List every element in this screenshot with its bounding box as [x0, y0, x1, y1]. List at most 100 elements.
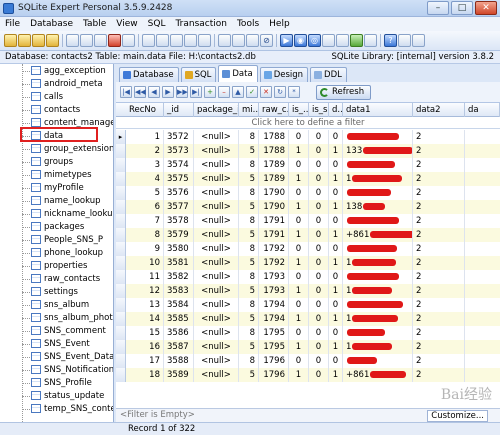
grid-cell[interactable]: 2 — [413, 130, 465, 144]
prev-record-icon[interactable]: ◀ — [148, 86, 160, 98]
grid-cell[interactable]: 13 — [126, 298, 164, 312]
grid-cell[interactable]: 0 — [309, 326, 329, 340]
grid-cell[interactable]: 0 — [309, 172, 329, 186]
grid-cell[interactable]: 5 — [239, 312, 259, 326]
close-button[interactable]: ✕ — [475, 1, 497, 15]
drop-trigger-icon[interactable] — [246, 34, 259, 47]
export-icon[interactable] — [322, 34, 335, 47]
grid-cell[interactable]: 0 — [309, 256, 329, 270]
new-index-icon[interactable] — [184, 34, 197, 47]
grid-cell[interactable]: 0 — [289, 298, 309, 312]
tab-database[interactable]: Database — [119, 67, 179, 82]
grid-cell[interactable]: 0 — [329, 186, 343, 200]
grid-cell[interactable]: 2 — [413, 200, 465, 214]
grid-cell[interactable]: 2 — [126, 144, 164, 158]
grid-cell[interactable]: 2 — [413, 144, 465, 158]
tab-ddl[interactable]: DDL — [310, 67, 347, 82]
grid-cell[interactable]: 0 — [309, 284, 329, 298]
insert-record-icon[interactable]: + — [204, 86, 216, 98]
grid-cell[interactable]: 1788 — [259, 144, 289, 158]
grid-cell[interactable]: <null> — [194, 368, 239, 382]
tree-item[interactable]: phone_lookup — [22, 247, 113, 259]
menu-transaction[interactable]: Transaction — [175, 19, 227, 29]
grid-cell[interactable]: 0 — [289, 214, 309, 228]
grid-cell[interactable]: 0 — [289, 186, 309, 200]
grid-cell[interactable]: 0 — [329, 130, 343, 144]
grid-cell[interactable]: 3577 — [164, 200, 194, 214]
detach-database-icon[interactable] — [46, 34, 59, 47]
edit-record-icon[interactable]: ▲ — [232, 86, 244, 98]
grid-cell[interactable] — [343, 186, 413, 200]
table-row[interactable]: 12 3583 <null> 5 1793 1 0 1 1 2 — [116, 284, 500, 298]
tree-item[interactable]: People_SNS_P — [22, 234, 113, 246]
grid-cell[interactable]: 0 — [329, 270, 343, 284]
tree-item[interactable]: status_update — [22, 390, 113, 402]
table-row[interactable]: 11 3582 <null> 8 1793 0 0 0 2 — [116, 270, 500, 284]
grid-cell[interactable]: 3589 — [164, 368, 194, 382]
grid-cell[interactable]: 12 — [126, 284, 164, 298]
grid-cell[interactable]: 2 — [413, 256, 465, 270]
grid-cell[interactable]: 3587 — [164, 340, 194, 354]
grid-cell[interactable]: 0 — [289, 270, 309, 284]
grid-cell[interactable]: 0 — [309, 214, 329, 228]
grid-cell[interactable]: <null> — [194, 312, 239, 326]
tree-item[interactable]: mimetypes — [22, 169, 113, 181]
tab-sql[interactable]: SQL — [180, 67, 217, 82]
help-icon[interactable]: ? — [384, 34, 397, 47]
grid-cell[interactable]: <null> — [194, 326, 239, 340]
tree-item[interactable]: settings — [22, 286, 113, 298]
grid-cell[interactable] — [343, 270, 413, 284]
tab-data[interactable]: Data — [218, 65, 258, 82]
column-header[interactable]: is_s... — [309, 103, 329, 117]
options-icon[interactable] — [350, 34, 363, 47]
grid-cell[interactable]: 5 — [239, 228, 259, 242]
grid-cell[interactable]: 1791 — [259, 228, 289, 242]
grid-cell[interactable]: 2 — [413, 270, 465, 284]
grid-cell[interactable]: +861 — [343, 228, 413, 242]
grid-cell[interactable]: 0 — [289, 354, 309, 368]
grid-cell[interactable]: <null> — [194, 186, 239, 200]
grid-cell[interactable]: 15 — [126, 326, 164, 340]
table-row[interactable]: 16 3587 <null> 5 1795 1 0 1 1 2 — [116, 340, 500, 354]
tree-item[interactable]: agg_exception — [22, 65, 113, 77]
grid-cell[interactable]: <null> — [194, 200, 239, 214]
grid-cell[interactable]: 3586 — [164, 326, 194, 340]
grid-cell[interactable]: <null> — [194, 354, 239, 368]
grid-cell[interactable]: 3580 — [164, 242, 194, 256]
grid-cell[interactable]: 0 — [329, 354, 343, 368]
grid-cell[interactable]: <null> — [194, 214, 239, 228]
grid-cell[interactable]: 0 — [329, 326, 343, 340]
grid-cell[interactable]: 5 — [239, 144, 259, 158]
grid-cell[interactable]: <null> — [194, 172, 239, 186]
grid-cell[interactable]: 1 — [329, 284, 343, 298]
grid-cell[interactable]: 3572 — [164, 130, 194, 144]
tree-item[interactable]: contacts — [22, 104, 113, 116]
grid-cell[interactable]: 17 — [126, 354, 164, 368]
grid-cell[interactable]: 1 — [289, 284, 309, 298]
grid-cell[interactable]: 0 — [309, 340, 329, 354]
grid-cell[interactable]: 1 — [289, 228, 309, 242]
grid-cell[interactable]: 1 — [329, 368, 343, 382]
grid-cell[interactable]: 18 — [126, 368, 164, 382]
grid-cell[interactable]: 1 — [329, 172, 343, 186]
grid-cell[interactable]: 1790 — [259, 200, 289, 214]
next-page-icon[interactable]: ▶▶ — [176, 86, 188, 98]
grid-cell[interactable]: <null> — [194, 130, 239, 144]
post-record-icon[interactable]: ✓ — [246, 86, 258, 98]
table-row[interactable]: 6 3577 <null> 5 1790 1 0 1 138 2 — [116, 200, 500, 214]
new-view-icon[interactable] — [142, 34, 155, 47]
last-record-icon[interactable]: ▶| — [190, 86, 202, 98]
grid-cell[interactable]: 16 — [126, 340, 164, 354]
table-row[interactable]: 3 3574 <null> 8 1789 0 0 0 2 — [116, 158, 500, 172]
grid-cell[interactable]: 8 — [239, 354, 259, 368]
grid-cell[interactable]: 2 — [413, 228, 465, 242]
grid-cell[interactable]: 1 — [343, 340, 413, 354]
grid-cell[interactable]: <null> — [194, 340, 239, 354]
grid-cell[interactable]: 0 — [309, 158, 329, 172]
grid-cell[interactable]: 8 — [239, 242, 259, 256]
grid-cell[interactable] — [343, 326, 413, 340]
grid-cell[interactable]: 1795 — [259, 326, 289, 340]
grid-cell[interactable]: 138 — [343, 200, 413, 214]
grid-cell[interactable]: 2 — [413, 158, 465, 172]
grid-cell[interactable]: 2 — [413, 242, 465, 256]
